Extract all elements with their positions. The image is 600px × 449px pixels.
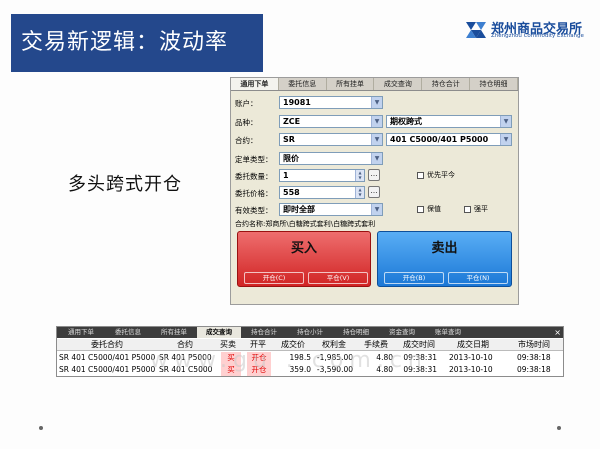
- deals-tab-funds[interactable]: 资金查询: [379, 327, 425, 338]
- cell-order-contract: SR 401 C5000/401 P5000: [59, 353, 156, 362]
- tab-deal-query[interactable]: 成交查询: [374, 78, 423, 90]
- tab-general-order[interactable]: 通用下单: [231, 78, 279, 90]
- sell-close-button[interactable]: 平仓(N): [448, 272, 508, 284]
- chevron-down-icon[interactable]: ▼: [371, 97, 382, 108]
- slide: 交易新逻辑：波动率 郑州商品交易所 Zhengzhou Commodity Ex…: [0, 0, 600, 449]
- cell-market-time: 09:38:18: [517, 365, 551, 374]
- tab-position-detail[interactable]: 持仓明细: [470, 78, 518, 90]
- sell-button[interactable]: 卖出 开仓(B) 平仓(N): [377, 231, 512, 287]
- force-close-label: 强平: [474, 205, 488, 213]
- chevron-down-icon[interactable]: ▼: [371, 153, 382, 164]
- deals-tab-general-order[interactable]: 通用下单: [57, 327, 105, 338]
- checkbox-icon[interactable]: [417, 205, 424, 213]
- contract-label: 合约：: [235, 136, 258, 145]
- variety-select[interactable]: ZCE ▼: [279, 115, 383, 128]
- contract-name-text: 合约名称:郑商所\白糖跨式套利\白糖跨式套利: [235, 220, 376, 228]
- cell-market-time: 09:38:18: [517, 353, 551, 362]
- deals-tabs: 通用下单 委托信息 所有挂单 成交查询 持仓合计 持仓小计 持仓明细 资金查询 …: [57, 327, 563, 338]
- force-close-checkbox[interactable]: 强平: [464, 204, 488, 214]
- strategy-select[interactable]: 期权跨式 ▼: [386, 115, 512, 128]
- chevron-down-icon[interactable]: ▼: [371, 134, 382, 145]
- deals-tab-order-info[interactable]: 委托信息: [105, 327, 151, 338]
- spin-arrows-icon[interactable]: ▲ ▼: [355, 170, 364, 181]
- col-date[interactable]: 成交日期: [441, 339, 505, 351]
- price-input[interactable]: 558 ▲ ▼: [279, 186, 365, 199]
- valid-type-label: 有效类型：: [235, 206, 273, 215]
- exchange-logo-icon: [466, 22, 486, 38]
- contract-detail-select[interactable]: 401 C5000/401 P5000 ▼: [386, 133, 512, 146]
- qty-more-button[interactable]: …: [368, 169, 380, 181]
- strategy-caption: 多头跨式开仓: [68, 174, 182, 195]
- contract-value: SR: [283, 135, 295, 144]
- chevron-down-icon[interactable]: ▼: [371, 116, 382, 127]
- tab-order-info[interactable]: 委托信息: [278, 78, 327, 90]
- order-panel: 通用下单 委托信息 所有挂单 成交查询 持仓合计 持仓明细 账户： 19081 …: [230, 77, 519, 305]
- close-first-checkbox[interactable]: 优先平今: [417, 170, 455, 180]
- chevron-down-icon[interactable]: ▼: [500, 134, 511, 145]
- exchange-name-en: Zhengzhou Commodity Exchange: [491, 33, 584, 39]
- strategy-value: 期权跨式: [390, 117, 422, 126]
- sell-label: 卖出: [431, 241, 458, 256]
- price-value: 558: [283, 188, 300, 197]
- order-panel-tabs: 通用下单 委托信息 所有挂单 成交查询 持仓合计 持仓明细: [231, 78, 518, 91]
- cell-date: 2013-10-10: [449, 365, 493, 374]
- spin-arrows-icon[interactable]: ▲ ▼: [355, 187, 364, 198]
- hedge-checkbox[interactable]: 保值: [417, 204, 441, 214]
- col-order-contract[interactable]: 委托合约: [57, 339, 157, 351]
- deals-tab-all-pending[interactable]: 所有挂单: [151, 327, 197, 338]
- price-more-button[interactable]: …: [368, 186, 380, 198]
- price-label: 委托价格：: [235, 189, 273, 198]
- sell-open-button[interactable]: 开仓(B): [384, 272, 444, 284]
- slide-title: 交易新逻辑：波动率: [11, 14, 263, 72]
- deals-tab-deal-query[interactable]: 成交查询: [197, 327, 241, 338]
- watermark: www.gu . com.cn: [150, 348, 428, 373]
- qty-label: 委托数量：: [235, 172, 273, 181]
- tab-all-pending[interactable]: 所有挂单: [326, 78, 375, 90]
- deals-tab-statement[interactable]: 账单查询: [425, 327, 471, 338]
- exchange-logo: 郑州商品交易所 Zhengzhou Commodity Exchange: [464, 18, 594, 42]
- cell-date: 2013-10-10: [449, 353, 493, 362]
- hedge-label: 保值: [427, 205, 441, 213]
- order-type-label: 定单类型：: [235, 155, 273, 164]
- deals-tab-position-detail[interactable]: 持仓明细: [333, 327, 379, 338]
- checkbox-icon[interactable]: [417, 171, 424, 179]
- valid-type-value: 即时全部: [283, 205, 315, 214]
- account-select[interactable]: 19081 ▼: [279, 96, 383, 109]
- qty-input[interactable]: 1 ▲ ▼: [279, 169, 365, 182]
- chevron-down-icon[interactable]: ▼: [500, 116, 511, 127]
- variety-value: ZCE: [283, 117, 301, 126]
- chevron-down-icon[interactable]: ▼: [371, 204, 382, 215]
- col-market-time[interactable]: 市场时间: [505, 339, 563, 351]
- buy-close-button[interactable]: 平仓(V): [308, 272, 368, 284]
- checkbox-icon[interactable]: [464, 205, 471, 213]
- deals-tab-position-total[interactable]: 持仓合计: [241, 327, 287, 338]
- buy-label: 买入: [290, 241, 317, 256]
- qty-value: 1: [283, 171, 289, 180]
- close-icon[interactable]: ×: [554, 327, 561, 338]
- decorative-dot-icon: [39, 426, 43, 430]
- order-type-value: 限价: [283, 154, 299, 163]
- order-type-select[interactable]: 限价 ▼: [279, 152, 383, 165]
- contract-detail-value: 401 C5000/401 P5000: [390, 135, 489, 144]
- buy-open-button[interactable]: 开仓(C): [244, 272, 304, 284]
- account-value: 19081: [283, 98, 311, 107]
- cell-order-contract: SR 401 C5000/401 P5000: [59, 365, 156, 374]
- deals-tab-position-subtotal[interactable]: 持仓小计: [287, 327, 333, 338]
- close-first-label: 优先平今: [427, 171, 455, 179]
- account-label: 账户：: [235, 99, 258, 108]
- decorative-dot-icon: [557, 426, 561, 430]
- valid-type-select[interactable]: 即时全部 ▼: [279, 203, 383, 216]
- buy-button[interactable]: 买入 开仓(C) 平仓(V): [237, 231, 371, 287]
- tab-position-total[interactable]: 持仓合计: [422, 78, 471, 90]
- variety-label: 品种：: [235, 118, 258, 127]
- contract-select[interactable]: SR ▼: [279, 133, 383, 146]
